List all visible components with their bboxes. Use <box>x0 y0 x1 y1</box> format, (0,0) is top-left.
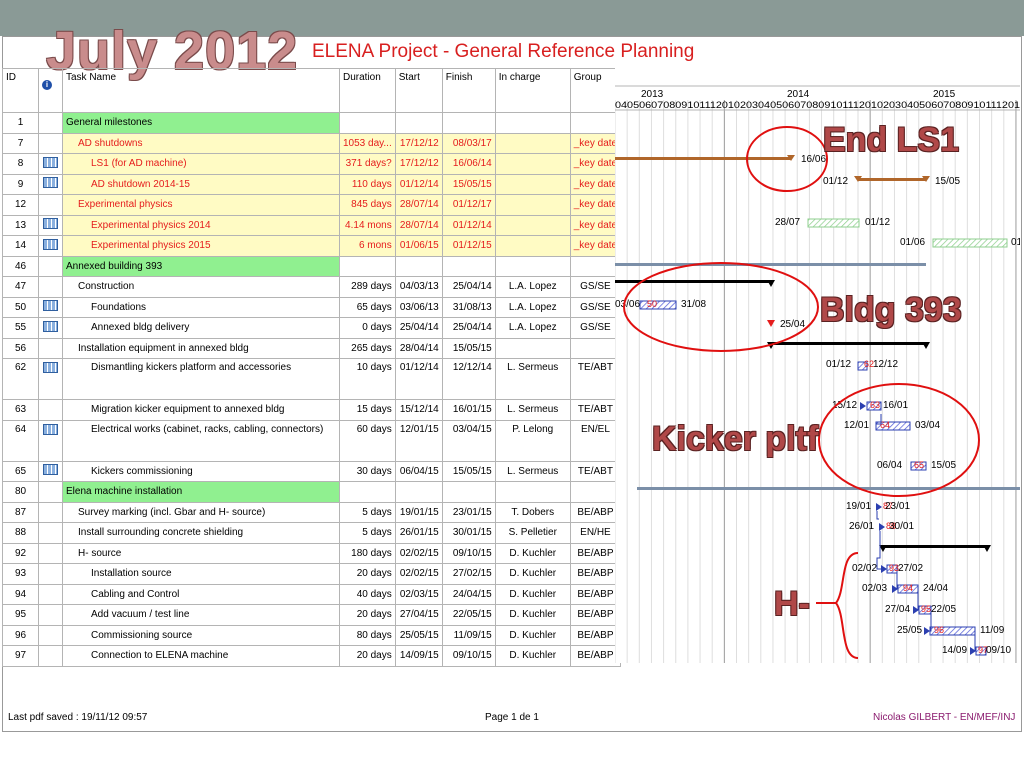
annotation-overlay <box>623 126 980 659</box>
annotation-bldg-393: Bldg 393 <box>820 291 962 329</box>
circle-kicker-pltf <box>818 383 980 497</box>
brace-h-minus <box>834 552 859 659</box>
annotation-kicker-pltf: Kicker pltf <box>652 420 819 458</box>
annotation-end-ls1: End LS1 <box>823 121 960 159</box>
circle-bldg-393 <box>623 262 819 352</box>
footer-author: Nicolas GILBERT - EN/MEF/INJ <box>873 712 1016 723</box>
footer-saved: Last pdf saved : 19/11/12 09:57 <box>8 712 148 723</box>
annotation-h-minus: H- <box>774 585 810 623</box>
footer-page: Page 1 de 1 <box>485 712 539 723</box>
circle-end-ls1 <box>746 126 828 192</box>
